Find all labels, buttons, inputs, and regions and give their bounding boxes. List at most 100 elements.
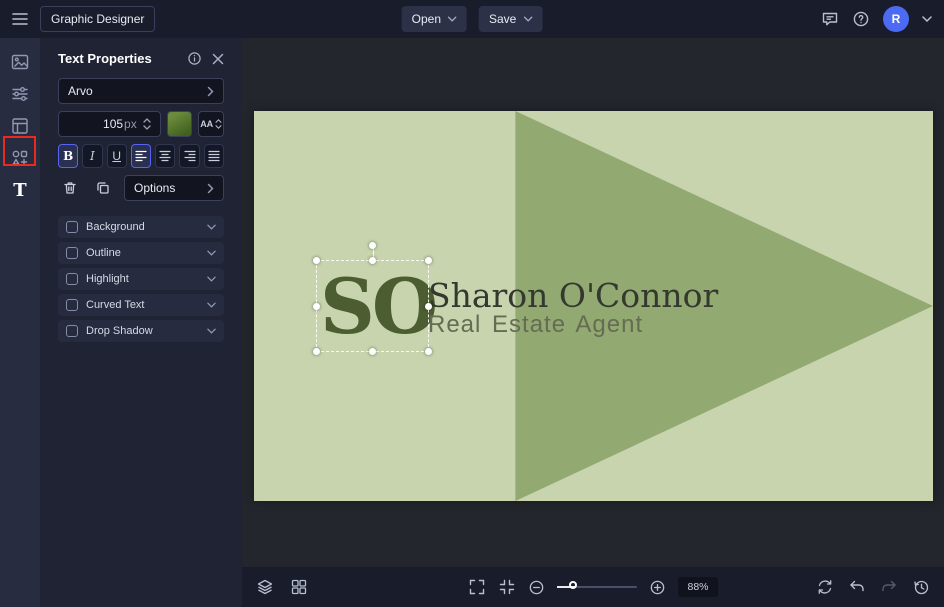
selection-handle-top-left[interactable] <box>313 257 320 264</box>
name-text[interactable]: Sharon O'Connor <box>428 279 718 312</box>
zoom-in-button[interactable] <box>649 579 666 596</box>
background-section-row[interactable]: Background <box>58 216 224 238</box>
selection-handle-bottom-center[interactable] <box>369 348 376 355</box>
comments-icon[interactable] <box>821 10 839 28</box>
history-clock-icon <box>912 578 930 596</box>
font-family-value: Arvo <box>68 84 207 98</box>
chevron-down-icon <box>207 328 216 334</box>
justify-button[interactable] <box>204 144 224 168</box>
fit-to-screen-button[interactable] <box>498 578 516 596</box>
panel-header: Text Properties <box>58 51 224 66</box>
sliders-icon <box>10 84 30 104</box>
drop-shadow-label: Drop Shadow <box>86 325 207 337</box>
topbar-right: R <box>821 6 932 32</box>
subtitle-text[interactable]: Real Estate Agent <box>428 313 643 337</box>
open-button-label: Open <box>412 12 441 26</box>
adjustments-tool-button[interactable] <box>0 78 40 110</box>
fit-screen-icon <box>498 578 516 596</box>
templates-tool-button[interactable] <box>0 110 40 142</box>
history-button[interactable] <box>912 578 930 596</box>
justify-icon <box>208 150 220 162</box>
highlight-label: Highlight <box>86 273 207 285</box>
selection-handle-mid-left[interactable] <box>313 303 320 310</box>
zoom-level-input[interactable]: 88% <box>678 577 718 597</box>
images-tool-button[interactable] <box>0 46 40 78</box>
background-checkbox[interactable] <box>66 221 78 233</box>
selection-handle-top-center[interactable] <box>369 257 376 264</box>
letter-spacing-icon: AA <box>200 119 222 129</box>
text-color-swatch[interactable] <box>167 111 193 137</box>
curved-text-checkbox[interactable] <box>66 299 78 311</box>
selection-handle-top-right[interactable] <box>425 257 432 264</box>
info-icon[interactable] <box>187 51 202 66</box>
rotation-handle[interactable] <box>369 242 376 249</box>
delete-button[interactable] <box>58 176 82 200</box>
chevron-down-icon <box>207 224 216 230</box>
font-size-value: 105 <box>103 117 123 131</box>
refresh-button[interactable] <box>816 578 834 596</box>
font-size-stepper[interactable] <box>143 118 151 130</box>
italic-button[interactable]: I <box>82 144 102 168</box>
chevron-down-icon <box>207 250 216 256</box>
chevron-down-icon <box>523 16 532 22</box>
align-right-button[interactable] <box>179 144 199 168</box>
text-tool-icon: T <box>13 180 26 201</box>
hamburger-menu-icon[interactable] <box>12 12 28 26</box>
artboard[interactable]: SO Sharon O'Connor Real Estate Agent <box>254 111 933 501</box>
panel-title: Text Properties <box>58 51 177 66</box>
close-icon[interactable] <box>212 53 224 65</box>
undo-icon <box>848 578 866 596</box>
zoom-slider[interactable] <box>557 579 637 595</box>
open-button[interactable]: Open <box>402 6 467 32</box>
font-size-input[interactable]: 105 px <box>58 111 161 137</box>
drop-shadow-section-row[interactable]: Drop Shadow <box>58 320 224 342</box>
stepper-up-icon <box>143 118 151 123</box>
selection-box[interactable] <box>316 260 429 352</box>
text-properties-panel: Text Properties Arvo 105 px AA B <box>40 38 242 607</box>
bold-button[interactable]: B <box>58 144 78 168</box>
history-controls <box>816 567 930 607</box>
letter-spacing-button[interactable]: AA <box>198 111 224 137</box>
account-chevron-down-icon[interactable] <box>922 16 932 22</box>
align-left-button[interactable] <box>131 144 151 168</box>
duplicate-button[interactable] <box>91 176 115 200</box>
highlight-section-row[interactable]: Highlight <box>58 268 224 290</box>
bottom-bar-left <box>256 567 308 607</box>
underline-button[interactable]: U <box>107 144 127 168</box>
shapes-icon <box>10 148 30 168</box>
highlight-checkbox[interactable] <box>66 273 78 285</box>
save-button[interactable]: Save <box>479 6 542 32</box>
actions-row: Options <box>58 175 224 201</box>
selection-handle-bottom-right[interactable] <box>425 348 432 355</box>
outline-checkbox[interactable] <box>66 247 78 259</box>
fullscreen-button[interactable] <box>468 578 486 596</box>
app-title-button[interactable]: Graphic Designer <box>40 6 155 32</box>
toggle-list: Background Outline Highlight Curved Text… <box>58 216 224 342</box>
undo-button[interactable] <box>848 578 866 596</box>
pages-grid-button[interactable] <box>290 578 308 596</box>
font-size-row: 105 px AA <box>58 111 224 137</box>
elements-tool-button[interactable] <box>0 142 40 174</box>
help-icon[interactable] <box>852 10 870 28</box>
selection-handle-bottom-left[interactable] <box>313 348 320 355</box>
outline-section-row[interactable]: Outline <box>58 242 224 264</box>
redo-button[interactable] <box>880 578 898 596</box>
text-tool-button[interactable]: T <box>0 174 40 206</box>
zoom-out-icon <box>528 579 545 596</box>
layers-button[interactable] <box>256 578 274 596</box>
grid-icon <box>290 578 308 596</box>
zoom-controls: 88% <box>468 567 718 607</box>
drop-shadow-checkbox[interactable] <box>66 325 78 337</box>
align-center-button[interactable] <box>155 144 175 168</box>
options-select[interactable]: Options <box>124 175 224 201</box>
canvas-area: SO Sharon O'Connor Real Estate Agent <box>242 38 944 567</box>
stepper-down-icon <box>143 125 151 130</box>
selection-handle-mid-right[interactable] <box>425 303 432 310</box>
avatar[interactable]: R <box>883 6 909 32</box>
zoom-out-button[interactable] <box>528 579 545 596</box>
curved-text-section-row[interactable]: Curved Text <box>58 294 224 316</box>
chevron-down-icon <box>448 16 457 22</box>
zoom-in-icon <box>649 579 666 596</box>
font-family-select[interactable]: Arvo <box>58 78 224 104</box>
sync-icon <box>816 578 834 596</box>
